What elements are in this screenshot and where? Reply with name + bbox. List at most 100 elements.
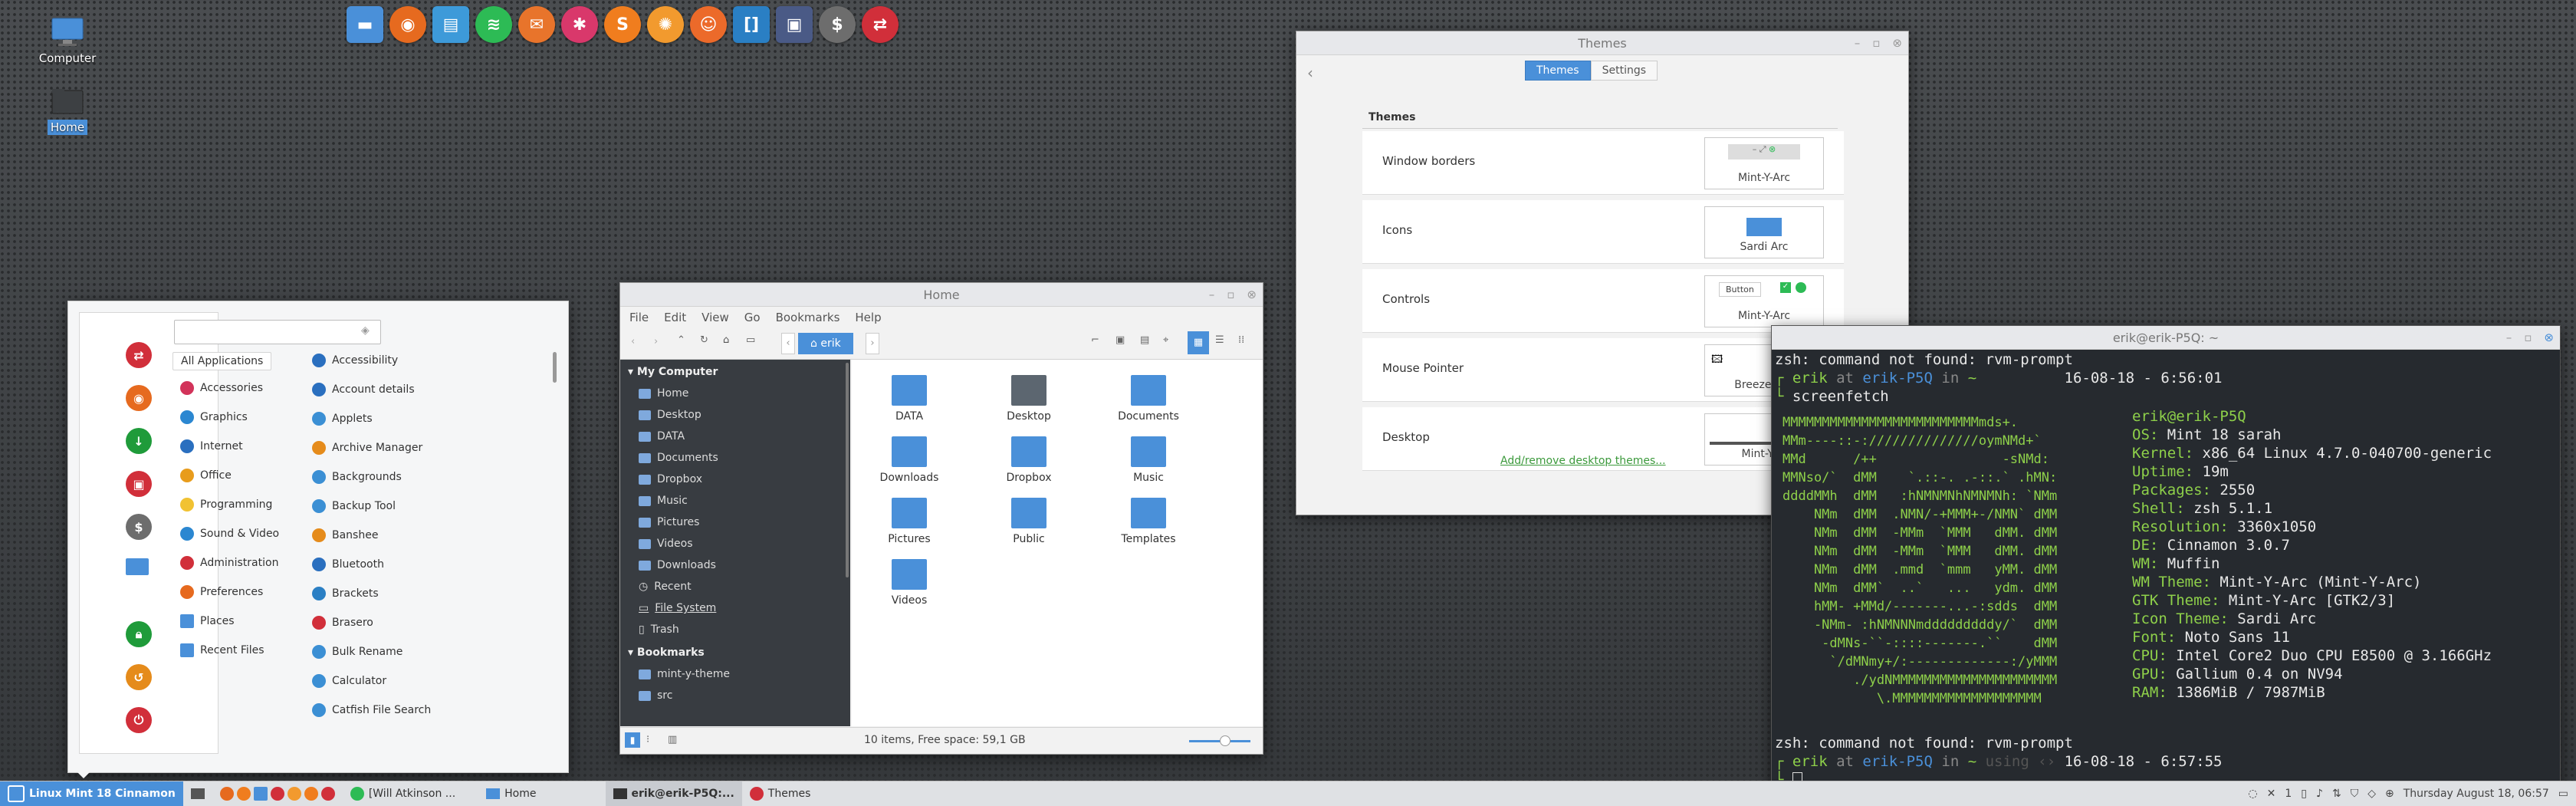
user-icon[interactable]: ☺: [690, 6, 727, 43]
toggle-location-icon[interactable]: ⌐: [1091, 334, 1099, 346]
window-button-active[interactable]: erik@erik-P5Q:...: [605, 781, 742, 806]
orange-icon[interactable]: ✺: [647, 6, 684, 43]
menu-search-input[interactable]: [174, 320, 381, 344]
category-programming[interactable]: Programming: [180, 498, 272, 512]
show-desktop-button[interactable]: [183, 781, 212, 806]
power-icon[interactable]: ◌: [2248, 788, 2257, 800]
app-item[interactable]: Brasero: [312, 616, 373, 630]
category-preferences[interactable]: Preferences: [180, 585, 263, 599]
menu-file[interactable]: File: [629, 311, 649, 324]
sidebar-item-music[interactable]: Music: [639, 495, 688, 507]
home-icon[interactable]: ⌂: [723, 334, 729, 346]
window-button[interactable]: Themes: [742, 781, 819, 806]
category-internet[interactable]: Internet: [180, 439, 243, 453]
app-item[interactable]: Calculator: [312, 674, 386, 688]
settings-icon[interactable]: ✱: [561, 6, 598, 43]
file-item[interactable]: Documents: [1099, 375, 1198, 423]
forward-icon[interactable]: ›: [654, 336, 658, 347]
sidebar-item-downloads[interactable]: Downloads: [639, 559, 716, 571]
app-item[interactable]: Bulk Rename: [312, 645, 402, 659]
file-item[interactable]: Public: [979, 498, 1079, 545]
clock[interactable]: Thursday August 18, 06:57: [2404, 788, 2549, 800]
new-folder-icon[interactable]: ▤: [1140, 334, 1149, 346]
menu-view[interactable]: View: [702, 311, 729, 324]
favorite-download-icon[interactable]: ↓: [126, 428, 152, 454]
menu-edit[interactable]: Edit: [664, 311, 686, 324]
app-item[interactable]: Applets: [312, 412, 373, 426]
sidebar-header-computer[interactable]: ▾ My Computer: [628, 366, 718, 378]
back-icon[interactable]: ‹: [1307, 64, 1313, 82]
up-icon[interactable]: ⌃: [677, 334, 685, 346]
file-item[interactable]: Desktop: [979, 375, 1079, 423]
dropbox-icon[interactable]: ◇: [2367, 788, 2376, 800]
file-item[interactable]: Pictures: [859, 498, 959, 545]
app-item[interactable]: Backup Tool: [312, 499, 396, 513]
app-item[interactable]: Bluetooth: [312, 558, 384, 571]
favorite-media-icon[interactable]: ▣: [126, 471, 152, 497]
minimize-button[interactable]: –: [1855, 36, 1861, 50]
sidebar-item-trash[interactable]: ▯ Trash: [639, 623, 679, 636]
list-view-button[interactable]: ☰: [1215, 334, 1224, 346]
sidebar-item-filesystem[interactable]: ▭ File System: [639, 602, 716, 614]
menu-go[interactable]: Go: [744, 311, 761, 324]
maximize-button[interactable]: ▫: [1227, 288, 1234, 301]
category-recent-files[interactable]: Recent Files: [180, 643, 264, 657]
file-manager-titlebar[interactable]: Home – ▫ ⊗: [620, 283, 1263, 307]
maximize-button[interactable]: ▫: [2524, 331, 2532, 344]
sidebar-item-home[interactable]: Home: [639, 387, 688, 400]
menu-bookmarks[interactable]: Bookmarks: [776, 311, 840, 324]
close-button[interactable]: ⊗: [1892, 36, 1902, 50]
file-item[interactable]: Dropbox: [979, 436, 1079, 484]
sidebar-scrollbar[interactable]: [846, 363, 849, 577]
reload-icon[interactable]: ↻: [700, 334, 708, 346]
show-tree-button[interactable]: ⁝: [646, 734, 649, 745]
sidebar-header-bookmarks[interactable]: ▾ Bookmarks: [628, 646, 705, 659]
category-office[interactable]: Office: [180, 469, 232, 482]
terminal-titlebar[interactable]: erik@erik-P5Q: ~ – ▫ ⊗: [1772, 326, 2560, 350]
file-item[interactable]: Templates: [1099, 498, 1198, 545]
sublime-icon[interactable]: [304, 787, 318, 801]
zoom-slider-handle[interactable]: [1220, 735, 1230, 746]
add-remove-themes-link[interactable]: Add/remove desktop themes...: [1500, 455, 1666, 467]
window-borders-chooser[interactable]: – ⤢ ⊗ Mint-Y-Arc: [1704, 137, 1824, 189]
menu-help[interactable]: Help: [855, 311, 881, 324]
controls-chooser[interactable]: Button ✓ Mint-Y-Arc: [1704, 275, 1824, 327]
terminal-window[interactable]: erik@erik-P5Q: ~ – ▫ ⊗ zsh: command not fo…: [1771, 325, 2561, 798]
sublime-icon[interactable]: [236, 787, 251, 801]
category-places[interactable]: Places: [180, 614, 235, 628]
show-places-button[interactable]: ▮: [625, 732, 640, 748]
category-administration[interactable]: Administration: [180, 556, 278, 570]
update-icon[interactable]: ⊕: [2385, 788, 2394, 800]
firefox-icon[interactable]: ◉: [389, 6, 426, 43]
favorite-remmina-icon[interactable]: ⇄: [126, 342, 152, 368]
mail-icon[interactable]: ✉: [518, 6, 555, 43]
screen-icon[interactable]: ▣: [776, 6, 813, 43]
minimize-button[interactable]: –: [2506, 331, 2512, 344]
app-item[interactable]: Archive Manager: [312, 441, 422, 455]
sidebar-bookmark[interactable]: src: [639, 689, 672, 702]
category-all[interactable]: All Applications: [172, 352, 272, 370]
app-item[interactable]: Catfish File Search: [312, 703, 431, 717]
favorite-folder-icon[interactable]: [126, 558, 149, 575]
volume-icon[interactable]: ♪: [2316, 788, 2323, 800]
file-item[interactable]: Videos: [859, 559, 959, 607]
desktop-icon-home[interactable]: Home: [21, 86, 113, 135]
notes-icon[interactable]: ▤: [432, 6, 469, 43]
shield-icon[interactable]: ⛉: [2351, 788, 2359, 800]
file-item[interactable]: DATA: [859, 375, 959, 423]
app-item[interactable]: Backgrounds: [312, 470, 402, 484]
workspace-indicator[interactable]: 1: [2285, 788, 2292, 800]
hide-sidebar-button[interactable]: ▥: [668, 734, 677, 745]
icons-chooser[interactable]: Sardi Arc: [1704, 206, 1824, 258]
terminal-icon[interactable]: ▣: [1116, 334, 1125, 346]
computer-icon[interactable]: ▭: [746, 334, 755, 346]
remmina-icon[interactable]: [320, 787, 335, 801]
close-button[interactable]: ⊗: [1247, 288, 1257, 301]
close-button[interactable]: ⊗: [2544, 331, 2554, 344]
favorite-s-icon[interactable]: $: [126, 514, 152, 540]
s-icon[interactable]: $: [819, 6, 856, 43]
maximize-button[interactable]: ▫: [1872, 36, 1880, 50]
search-icon[interactable]: ⌖: [1163, 334, 1168, 346]
tab-themes[interactable]: Themes: [1525, 61, 1591, 81]
logout-icon[interactable]: ↺: [126, 664, 152, 690]
